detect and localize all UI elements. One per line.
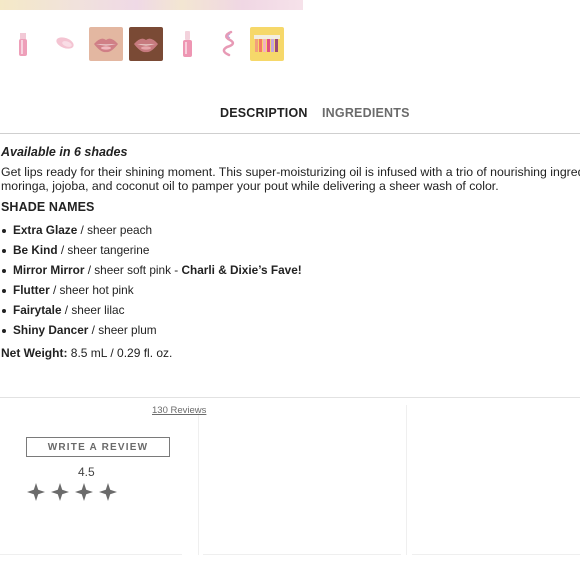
description-panel: Available in 6 shades Get lips ready for… bbox=[1, 144, 580, 360]
average-rating: 4.5 bbox=[78, 465, 95, 479]
product-image-strip bbox=[0, 0, 303, 10]
lip-oil-swirl-icon bbox=[211, 27, 245, 61]
availability-note: Available in 6 shades bbox=[1, 145, 128, 159]
tab-divider bbox=[0, 133, 580, 134]
shade-desc: / sheer soft pink - bbox=[84, 263, 182, 277]
reviews-divider bbox=[0, 397, 580, 398]
list-item: Be Kind / sheer tangerine bbox=[1, 243, 580, 263]
list-item: Shiny Dancer / sheer plum bbox=[1, 323, 580, 343]
shade-name: Flutter bbox=[13, 283, 50, 297]
column-bottom-divider bbox=[0, 554, 182, 555]
shade-lineup-icon bbox=[250, 27, 284, 61]
shade-name: Extra Glaze bbox=[13, 223, 78, 237]
net-weight-label: Net Weight: bbox=[1, 346, 68, 360]
shade-name: Shiny Dancer bbox=[13, 323, 89, 337]
tab-description[interactable]: DESCRIPTION bbox=[220, 106, 308, 120]
net-weight: Net Weight: 8.5 mL / 0.29 fl. oz. bbox=[1, 346, 580, 360]
lip-oil-tube-icon bbox=[6, 27, 40, 61]
intro-line-1: Get lips ready for their shining moment.… bbox=[1, 165, 580, 179]
list-item: Fairytale / sheer lilac bbox=[1, 303, 580, 323]
shade-list: Extra Glaze / sheer peach Be Kind / shee… bbox=[1, 223, 580, 343]
shade-desc: / sheer plum bbox=[88, 323, 157, 337]
lip-oil-swatch-icon bbox=[47, 27, 81, 61]
list-item: Extra Glaze / sheer peach bbox=[1, 223, 580, 243]
thumbnail-bottle[interactable] bbox=[170, 27, 204, 61]
column-bottom-divider bbox=[203, 554, 401, 555]
shade-desc: / sheer tangerine bbox=[57, 243, 150, 257]
shade-names-heading: SHADE NAMES bbox=[1, 200, 95, 214]
intro-line-2: moringa, jojoba, and coconut oil to pamp… bbox=[1, 179, 499, 193]
star-icon bbox=[27, 483, 45, 501]
thumbnail-tube[interactable] bbox=[6, 27, 40, 61]
lips-deep-icon bbox=[129, 27, 163, 61]
thumbnail-gallery bbox=[6, 27, 296, 61]
reviews-count-link[interactable]: 130 Reviews bbox=[152, 405, 206, 416]
column-bottom-divider bbox=[412, 554, 580, 555]
shade-highlight: Charli & Dixie’s Fave! bbox=[181, 263, 302, 277]
shade-desc: / sheer hot pink bbox=[49, 283, 134, 297]
net-weight-value: 8.5 mL / 0.29 fl. oz. bbox=[67, 346, 173, 360]
shade-desc: / sheer peach bbox=[77, 223, 153, 237]
list-item: Mirror Mirror / sheer soft pink - Charli… bbox=[1, 263, 580, 283]
star-icon bbox=[75, 483, 93, 501]
lips-light-icon bbox=[89, 27, 123, 61]
thumbnail-swatch[interactable] bbox=[47, 27, 81, 61]
star-icon bbox=[99, 483, 117, 501]
shade-name: Be Kind bbox=[13, 243, 58, 257]
shade-name: Mirror Mirror bbox=[13, 263, 85, 277]
thumbnail-lineup[interactable] bbox=[250, 27, 284, 61]
write-review-button[interactable]: WRITE A REVIEW bbox=[26, 437, 170, 457]
list-item: Flutter / sheer hot pink bbox=[1, 283, 580, 303]
thumbnail-swirl[interactable] bbox=[211, 27, 245, 61]
thumbnail-lips-deep[interactable] bbox=[129, 27, 163, 61]
column-divider bbox=[198, 405, 199, 555]
product-intro: Get lips ready for their shining moment.… bbox=[1, 165, 580, 193]
product-tabs: DESCRIPTION INGREDIENTS bbox=[0, 100, 580, 134]
lip-oil-bottle-icon bbox=[170, 27, 204, 61]
shade-desc: / sheer lilac bbox=[61, 303, 125, 317]
tab-ingredients[interactable]: INGREDIENTS bbox=[322, 106, 410, 120]
column-divider bbox=[406, 405, 407, 555]
star-icon bbox=[51, 483, 69, 501]
rating-stars bbox=[26, 482, 126, 502]
shade-name: Fairytale bbox=[13, 303, 62, 317]
thumbnail-lips-light[interactable] bbox=[89, 27, 123, 61]
